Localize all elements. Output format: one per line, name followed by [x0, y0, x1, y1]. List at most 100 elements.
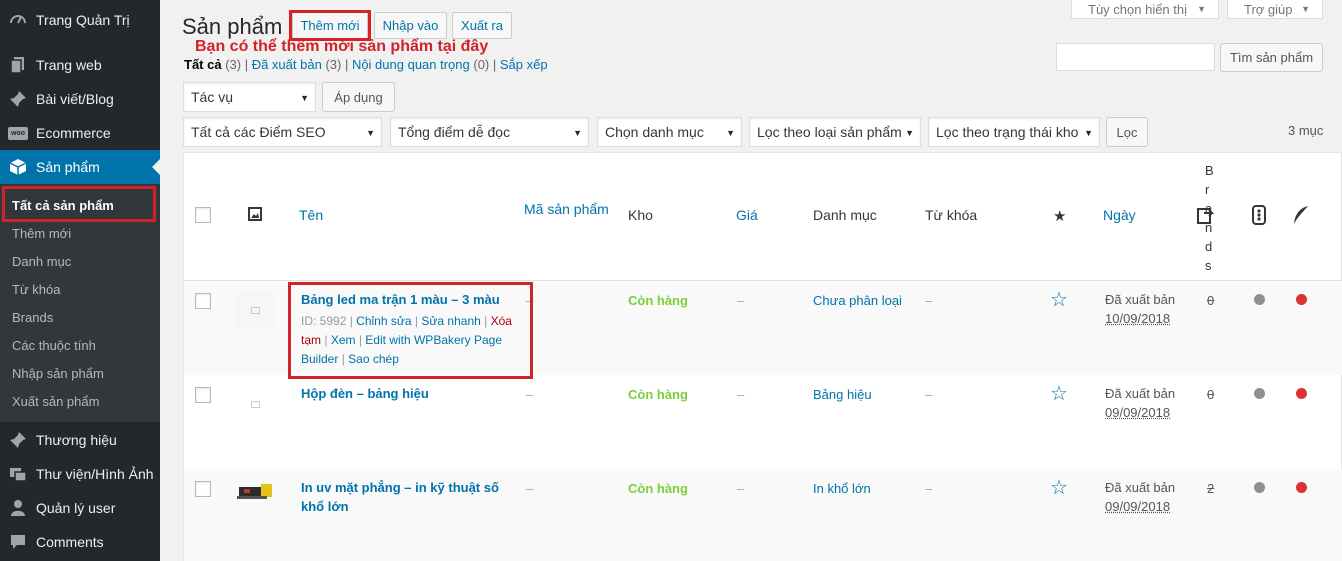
menu-label: Ecommerce: [36, 125, 111, 141]
table-row: In uv mặt phẳng – in kỹ thuật số khổ lớn…: [184, 469, 1342, 561]
publish-date: Đã xuất bản 09/09/2018: [1105, 384, 1175, 422]
caret-down-icon: ▼: [300, 93, 309, 103]
submenu-export[interactable]: Xuất sản phẩm: [12, 394, 99, 409]
product-type-filter-select[interactable]: Lọc theo loại sản phẩm ▼: [749, 117, 921, 147]
featured-star-icon[interactable]: ☆: [1050, 290, 1068, 310]
stock-filter-select[interactable]: Lọc theo trạng thái kho ▼: [928, 117, 1100, 147]
caret-down-icon: ▼: [726, 128, 735, 138]
menu-label: Sản phẩm: [36, 159, 100, 175]
category-link[interactable]: Bảng hiệu: [813, 387, 872, 402]
pin-icon: [0, 431, 36, 449]
featured-star-icon[interactable]: ☆: [1050, 478, 1068, 498]
pages-icon: [0, 56, 36, 74]
select-all-checkbox[interactable]: [195, 207, 211, 223]
column-stock: Kho: [628, 207, 653, 223]
product-name-link[interactable]: Hộp đèn – bảng hiệu: [301, 384, 429, 403]
caret-down-icon: ▼: [366, 128, 375, 138]
bulk-action-select[interactable]: Tác vụ ▼: [183, 82, 316, 112]
woo-icon: woo: [0, 126, 36, 140]
brands-value: 2: [1207, 481, 1215, 496]
category-filter-value: Chọn danh mục: [605, 124, 704, 140]
menu-users[interactable]: Quản lý user: [0, 491, 160, 525]
tags-value: –: [925, 387, 933, 402]
menu-media[interactable]: Thư viện/Hình Ảnh: [0, 457, 160, 491]
product-type-filter-value: Lọc theo loại sản phẩm: [757, 124, 902, 140]
brands-value: 0: [1207, 387, 1215, 402]
view-sort[interactable]: Sắp xếp: [500, 57, 548, 72]
menu-pages[interactable]: Trang web: [0, 48, 160, 82]
submenu-add-new[interactable]: Thêm mới: [12, 226, 71, 241]
readability-filter-select[interactable]: Tổng điểm dễ đọc ▼: [390, 117, 589, 147]
submenu-import[interactable]: Nhập sản phẩm: [12, 366, 104, 381]
menu-label: Bài viết/Blog: [36, 91, 114, 107]
readability-filter-value: Tổng điểm dễ đọc: [398, 124, 511, 140]
publish-date: Đã xuất bản 09/09/2018: [1105, 478, 1175, 516]
search-input[interactable]: [1056, 43, 1215, 71]
menu-brands[interactable]: Thương hiệu: [0, 423, 160, 457]
menu-label: Thư viện/Hình Ảnh: [36, 466, 154, 482]
stock-status: Còn hàng: [628, 293, 688, 308]
category-link[interactable]: In khổ lớn: [813, 481, 871, 496]
tags-value: –: [925, 293, 933, 308]
column-category: Danh mục: [813, 207, 877, 223]
tags-value: –: [925, 481, 933, 496]
menu-posts[interactable]: Bài viết/Blog: [0, 82, 160, 116]
products-table: Tên Mã sản phẩm Kho Giá Danh mục Từ khóa…: [183, 152, 1342, 561]
menu-ecommerce[interactable]: woo Ecommerce: [0, 116, 160, 150]
search-button[interactable]: Tìm sản phẩm: [1220, 43, 1323, 72]
user-icon: [0, 499, 36, 517]
menu-comments[interactable]: Comments: [0, 525, 160, 559]
media-icon: [0, 465, 36, 483]
row-checkbox[interactable]: [195, 481, 211, 497]
readability-score-dot: [1296, 482, 1307, 493]
category-filter-select[interactable]: Chọn danh mục ▼: [597, 117, 742, 147]
featured-star-icon[interactable]: ☆: [1050, 384, 1068, 404]
screen-options-tab[interactable]: Tùy chọn hiển thị ▼: [1071, 0, 1219, 19]
date-value: 10/09/2018: [1105, 311, 1171, 326]
admin-sidebar: Trang Quản Trị Trang web Bài viết/Blog w…: [0, 0, 160, 561]
row-checkbox[interactable]: [195, 293, 211, 309]
menu-products[interactable]: Sản phẩm: [0, 150, 160, 184]
highlight-box: [2, 186, 156, 222]
submenu-attributes[interactable]: Các thuộc tính: [12, 338, 96, 353]
seo-filter-select[interactable]: Tất cả các Điểm SEO ▼: [183, 117, 382, 147]
menu-label: Trang Quản Trị: [36, 12, 130, 28]
view-important-count: (0): [473, 57, 490, 72]
apply-button[interactable]: Áp dụng: [322, 82, 395, 112]
help-tab[interactable]: Trợ giúp ▼: [1227, 0, 1323, 19]
menu-dashboard[interactable]: Trang Quản Trị: [0, 3, 160, 37]
view-important[interactable]: Nội dung quan trọng: [352, 57, 470, 72]
image-column-icon: [248, 207, 262, 224]
stock-filter-value: Lọc theo trạng thái kho: [936, 124, 1079, 140]
page-title: Sản phẩm: [182, 14, 283, 39]
seo-score-dot: [1254, 388, 1265, 399]
bulk-action-value: Tác vụ: [191, 89, 234, 105]
column-name[interactable]: Tên: [299, 207, 323, 223]
caret-down-icon: ▼: [1084, 128, 1093, 138]
filter-button[interactable]: Lọc: [1106, 117, 1148, 147]
row-checkbox[interactable]: [195, 387, 211, 403]
traffic-light-icon: [1252, 205, 1266, 228]
import-button[interactable]: Nhập vào: [374, 12, 447, 39]
column-date[interactable]: Ngày: [1103, 207, 1136, 223]
submenu-tags[interactable]: Từ khóa: [12, 282, 60, 297]
column-sku[interactable]: Mã sản phẩm: [524, 201, 609, 217]
view-all[interactable]: Tất cả: [184, 57, 222, 72]
cube-icon: [0, 158, 36, 176]
submenu-brands[interactable]: Brands: [12, 310, 53, 325]
menu-label: Quản lý user: [36, 500, 116, 516]
category-link[interactable]: Chưa phân loại: [813, 293, 902, 308]
menu-label: Comments: [36, 534, 104, 550]
export-button[interactable]: Xuất ra: [452, 12, 512, 39]
column-price[interactable]: Giá: [736, 207, 758, 223]
submenu-categories[interactable]: Danh mục: [12, 254, 71, 269]
date-value: 09/09/2018: [1105, 405, 1171, 420]
featured-star-icon[interactable]: ★: [1053, 207, 1066, 225]
view-published[interactable]: Đã xuất bản: [252, 57, 322, 72]
price-value: –: [737, 293, 745, 308]
placeholder-image-icon: [235, 385, 275, 423]
caret-down-icon: ▼: [905, 128, 914, 138]
highlight-box: [289, 10, 371, 41]
publish-status: Đã xuất bản: [1105, 386, 1176, 401]
product-name-link[interactable]: In uv mặt phẳng – in kỹ thuật số khổ lớn: [301, 478, 516, 516]
